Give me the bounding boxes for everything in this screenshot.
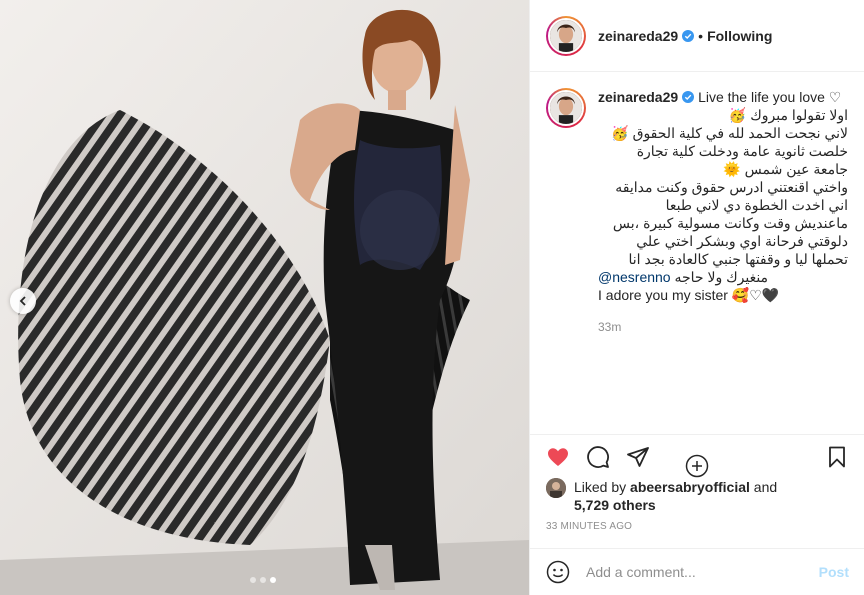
caption: zeinareda29 Live the life you love ♡ اول…: [546, 88, 848, 336]
action-bar: [530, 435, 864, 479]
likes-conjunction: and: [753, 479, 778, 495]
caption-line: اولا تقولوا مبروك 🥳: [728, 107, 848, 123]
heart-icon[interactable]: [546, 445, 570, 469]
avatar[interactable]: [548, 17, 584, 54]
verified-badge-icon: [682, 91, 695, 103]
carousel-dot: [250, 577, 256, 583]
comments-section: zeinareda29 Live the life you love ♡ اول…: [530, 72, 864, 478]
verified-badge-icon: [682, 29, 695, 42]
header-username[interactable]: zeinareda29: [598, 28, 678, 44]
caption-line: اني اخدت الخطوة دي لاني طبعا: [665, 197, 848, 213]
likes-text: Liked by abeersabryofficial and 5,729 ot…: [574, 478, 777, 514]
add-comment-bar: Post: [530, 548, 864, 595]
post-details-panel: zeinareda29 • Following zeinareda29 Live…: [529, 0, 864, 595]
caption-line: منغيرك ولا حاجه: [674, 269, 769, 285]
post-photo: [0, 0, 529, 595]
caption-line: ماعنديش وقت وكانت مسولية كبيرة ،بس: [612, 215, 848, 231]
caption-line: تحملها ليا و وقفتها جنبي كالعادة بجد انا: [628, 251, 849, 267]
caption-username[interactable]: zeinareda29: [598, 89, 678, 105]
carousel-dot: [260, 577, 266, 583]
following-button[interactable]: Following: [707, 28, 772, 44]
caption-line: Live the life you love ♡: [698, 89, 842, 105]
header-separator: •: [698, 27, 704, 44]
share-icon[interactable]: [626, 445, 650, 469]
post-timestamp[interactable]: 33 MINUTES AGO: [546, 521, 632, 532]
carousel-dot-active: [270, 577, 276, 583]
chevron-left-icon: [19, 296, 26, 306]
carousel-prev-button[interactable]: [10, 288, 36, 314]
likes-prefix: Liked by: [574, 479, 627, 495]
carousel-indicator: [250, 577, 276, 583]
post-media[interactable]: [0, 0, 529, 595]
caption-line: دلوقتي فرحانة اوي وبشكر اختي علي: [636, 233, 848, 249]
caption-text: zeinareda29 Live the life you love ♡ اول…: [598, 88, 848, 336]
mention-link[interactable]: @nesrenno: [598, 269, 671, 285]
caption-line: جامعة عين شمس 🌞: [723, 161, 848, 177]
caption-line: I adore you my sister 🥰♡🖤: [598, 287, 780, 303]
avatar-image: [550, 92, 582, 124]
caption-line: لاني نجحت الحمد لله في كلية الحقوق 🥳: [611, 125, 848, 141]
caption-time[interactable]: 33m: [598, 318, 848, 336]
comment-input[interactable]: [586, 564, 819, 580]
caption-mention-line: @nesrenno منغيرك ولا حاجه: [598, 268, 848, 286]
post-comment-button[interactable]: Post: [819, 564, 849, 580]
story-ring[interactable]: [546, 15, 586, 56]
comment-icon[interactable]: [586, 445, 610, 469]
avatar-image: [550, 19, 582, 52]
bookmark-icon[interactable]: [825, 445, 849, 469]
likes-summary: Liked by abeersabryofficial and 5,729 ot…: [546, 478, 777, 514]
liker-avatar[interactable]: [546, 478, 566, 498]
post-header: zeinareda29 • Following: [530, 0, 864, 72]
caption-avatar[interactable]: [548, 90, 584, 126]
emoji-icon[interactable]: [546, 560, 570, 584]
caption-line: واختي اقنعتني ادرس حقوق وكنت مدايقه: [615, 179, 848, 195]
caption-story-ring[interactable]: [546, 88, 586, 128]
liker-username[interactable]: abeersabryofficial: [630, 479, 750, 495]
caption-first-line: zeinareda29 Live the life you love ♡: [598, 88, 848, 106]
likes-count[interactable]: 5,729 others: [574, 497, 656, 513]
caption-line: خلصت ثانوية عامة ودخلت كلية تجارة: [636, 143, 848, 159]
